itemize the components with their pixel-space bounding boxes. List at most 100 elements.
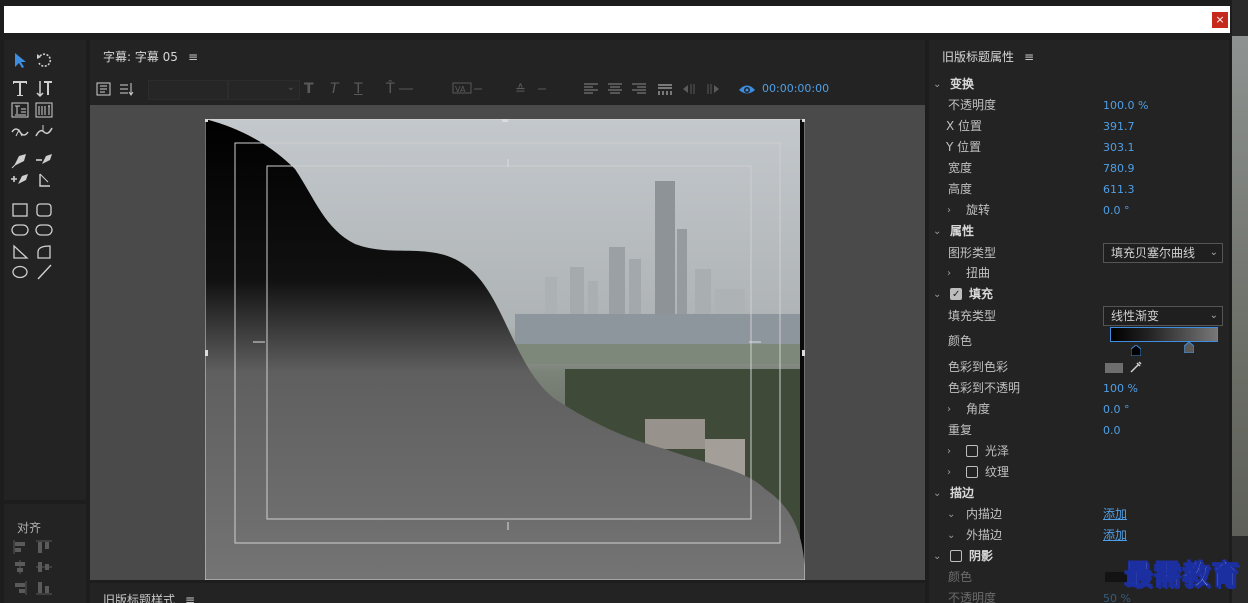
vertical-type-tool-icon[interactable]: [34, 78, 54, 98]
line-tool-icon[interactable]: [34, 262, 54, 282]
outer-stroke-add-link[interactable]: 添加: [1103, 525, 1127, 546]
vertical-area-type-tool-icon[interactable]: [34, 100, 54, 120]
chevron-down-icon: ⌄: [947, 530, 956, 541]
prop-texture[interactable]: › 纹理: [929, 462, 1229, 483]
title-canvas[interactable]: [205, 119, 805, 580]
x-position-value[interactable]: 391.7: [1103, 116, 1135, 137]
rotate-tool-icon[interactable]: [34, 50, 54, 70]
align-left-text-icon[interactable]: [582, 80, 600, 98]
chevron-right-icon: ›: [947, 446, 951, 457]
eyedropper-icon[interactable]: [1129, 360, 1143, 374]
selection-tool-icon[interactable]: [10, 50, 30, 70]
prop-inner-stroke: ⌄ 内描边 添加: [929, 504, 1229, 525]
prop-outer-stroke: ⌄ 外描边 添加: [929, 525, 1229, 546]
repeat-value[interactable]: 0.0: [1103, 420, 1121, 441]
align-center-text-icon[interactable]: [606, 80, 624, 98]
section-fill[interactable]: ⌄ 填充: [929, 284, 1229, 305]
wedge-tool-icon[interactable]: [10, 242, 30, 262]
pen-tool-icon[interactable]: [10, 150, 30, 170]
eye-icon[interactable]: [738, 80, 756, 98]
align-right-icon[interactable]: [12, 581, 28, 595]
chevron-down-icon: ⌄: [933, 289, 942, 300]
ellipse-tool-icon[interactable]: [10, 262, 30, 282]
opacity-value[interactable]: 100.0 %: [1103, 95, 1148, 116]
prop-y-position: Y 位置 303.1: [929, 137, 1229, 158]
align-center-vertical-icon[interactable]: [36, 560, 52, 574]
area-type-tool-icon[interactable]: [10, 100, 30, 120]
rounded-corner-rectangle-tool-icon[interactable]: [34, 220, 54, 240]
background-timecode[interactable]: 00:00:00:00: [762, 82, 829, 95]
font-size-icon[interactable]: T̂ ―: [386, 80, 420, 98]
align-right-text-icon[interactable]: [630, 80, 648, 98]
angle-value[interactable]: 0.0 °: [1103, 399, 1130, 420]
clipped-corner-rectangle-tool-icon[interactable]: [10, 220, 30, 240]
panel-menu-icon[interactable]: ≡: [188, 50, 198, 64]
sheen-checkbox[interactable]: [966, 445, 978, 457]
background-edge: [1232, 0, 1248, 603]
prop-distort[interactable]: › 扭曲: [929, 263, 1229, 284]
prop-angle[interactable]: › 角度 0.0 °: [929, 399, 1229, 420]
color-swatch[interactable]: [1105, 363, 1123, 373]
align-bottom-icon[interactable]: [36, 581, 52, 595]
font-style-dropdown[interactable]: ⌄: [228, 80, 300, 100]
section-stroke[interactable]: ⌄ 描边: [929, 483, 1229, 504]
section-transform[interactable]: ⌄ 变换: [929, 74, 1229, 95]
width-label: 宽度: [948, 161, 973, 175]
vertical-path-type-tool-icon[interactable]: [34, 122, 54, 142]
rectangle-tool-icon[interactable]: [10, 200, 30, 220]
height-value[interactable]: 611.3: [1103, 179, 1135, 200]
watermark: 最需教育: [1123, 558, 1241, 592]
kerning-icon[interactable]: VA: [452, 80, 486, 98]
add-anchor-tool-icon[interactable]: [10, 170, 30, 190]
shape-type-select[interactable]: 填充贝塞尔曲线 ⌄: [1103, 243, 1223, 263]
align-label: 对齐: [17, 521, 42, 535]
paragraph-right-icon[interactable]: [704, 80, 722, 98]
prop-sheen[interactable]: › 光泽: [929, 441, 1229, 462]
align-center-horizontal-icon[interactable]: [12, 560, 28, 574]
rotation-value[interactable]: 0.0 °: [1103, 200, 1130, 221]
close-button[interactable]: ×: [1212, 12, 1228, 28]
chevron-right-icon: ›: [947, 268, 951, 279]
roll-crawl-icon[interactable]: [118, 80, 136, 98]
type-tool-icon[interactable]: [10, 78, 30, 98]
prop-shape-type: 图形类型 填充贝塞尔曲线 ⌄: [929, 243, 1229, 264]
gradient-ramp[interactable]: [1110, 327, 1218, 342]
gradient-stop-right[interactable]: [1183, 341, 1195, 354]
path-type-tool-icon[interactable]: [10, 122, 30, 142]
convert-anchor-tool-icon[interactable]: [34, 170, 54, 190]
width-value[interactable]: 780.9: [1103, 158, 1135, 179]
fill-type-select[interactable]: 线性渐变 ⌄: [1103, 306, 1223, 326]
properties-menu-icon[interactable]: ≡: [1024, 50, 1034, 64]
underline-icon[interactable]: T: [354, 80, 372, 98]
y-position-value[interactable]: 303.1: [1103, 137, 1135, 158]
gradient-stop-left[interactable]: [1130, 344, 1142, 357]
bold-icon[interactable]: T: [304, 80, 322, 98]
styles-menu-icon[interactable]: ≡: [185, 593, 195, 603]
align-top-icon[interactable]: [36, 540, 52, 554]
font-family-dropdown[interactable]: [148, 80, 228, 100]
delete-anchor-tool-icon[interactable]: [34, 150, 54, 170]
section-attributes[interactable]: ⌄ 属性: [929, 221, 1229, 242]
panel-title: 字幕: 字幕 05 ≡: [103, 48, 198, 65]
chevron-down-icon: ⌄: [947, 509, 956, 520]
arc-tool-icon[interactable]: [34, 242, 54, 262]
y-position-label: Y 位置: [946, 140, 982, 154]
shadow-checkbox[interactable]: [950, 550, 962, 562]
angle-label: 角度: [966, 402, 991, 416]
fill-checkbox[interactable]: [950, 284, 962, 305]
paragraph-left-icon[interactable]: [680, 80, 698, 98]
tab-stops-icon[interactable]: [656, 80, 674, 98]
properties-title: 旧版标题属性 ≡: [942, 48, 1034, 65]
italic-icon[interactable]: T: [330, 80, 348, 98]
canvas-artwork: [205, 119, 805, 580]
rounded-rectangle-tool-icon[interactable]: [34, 200, 54, 220]
chevron-down-icon: ⌄: [933, 79, 942, 90]
align-left-icon[interactable]: [12, 540, 28, 554]
color-to-opacity-value[interactable]: 100 %: [1103, 378, 1138, 399]
new-title-icon[interactable]: [95, 80, 113, 98]
inner-stroke-add-link[interactable]: 添加: [1103, 504, 1127, 525]
leading-icon[interactable]: ≙: [514, 80, 550, 98]
prop-rotation[interactable]: › 旋转 0.0 °: [929, 200, 1229, 221]
align-panel: 对齐: [4, 504, 86, 603]
texture-checkbox[interactable]: [966, 466, 978, 478]
